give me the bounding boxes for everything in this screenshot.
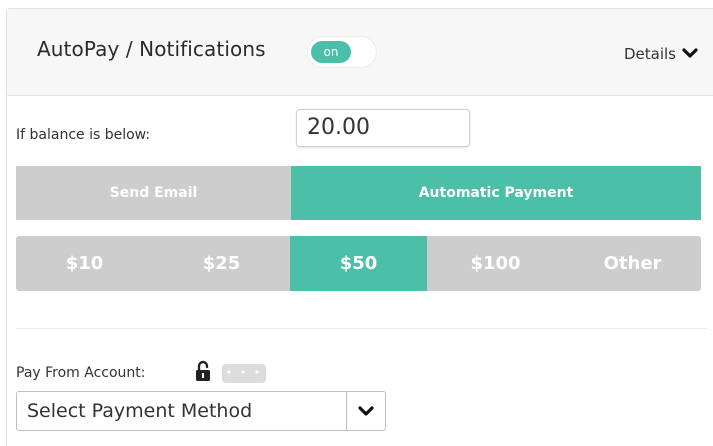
page-title: AutoPay / Notifications [37,37,266,61]
payment-method-value: Select Payment Method [27,400,253,422]
automatic-payment-option[interactable]: Automatic Payment [291,166,701,220]
payment-method-select[interactable]: Select Payment Method [16,391,386,431]
notification-mode-selector: Send Email Automatic Payment [16,166,701,220]
chevron-down-icon[interactable] [346,392,385,430]
section-divider [16,328,707,329]
unlock-icon[interactable] [194,360,212,382]
amount-option-100[interactable]: $100 [427,236,564,291]
details-label: Details [623,45,676,63]
payment-amount-selector: $10 $25 $50 $100 Other [16,236,701,291]
balance-threshold-input[interactable]: 20.00 [296,109,470,147]
balance-threshold-label: If balance is below: [16,127,151,143]
toggle-on-pill: on [311,41,351,63]
amount-option-25[interactable]: $25 [153,236,290,291]
autopay-toggle[interactable]: on [308,37,376,67]
amount-option-10[interactable]: $10 [16,236,153,291]
details-button[interactable]: Details [624,45,698,64]
amount-option-50[interactable]: $50 [290,236,427,291]
more-options-button[interactable]: • • • [222,364,266,383]
chevron-down-icon [682,46,698,64]
panel-header: AutoPay / Notifications on Details [7,9,713,96]
amount-option-other[interactable]: Other [564,236,701,291]
pay-from-account-label: Pay From Account: [16,365,146,381]
send-email-option[interactable]: Send Email [16,166,291,220]
